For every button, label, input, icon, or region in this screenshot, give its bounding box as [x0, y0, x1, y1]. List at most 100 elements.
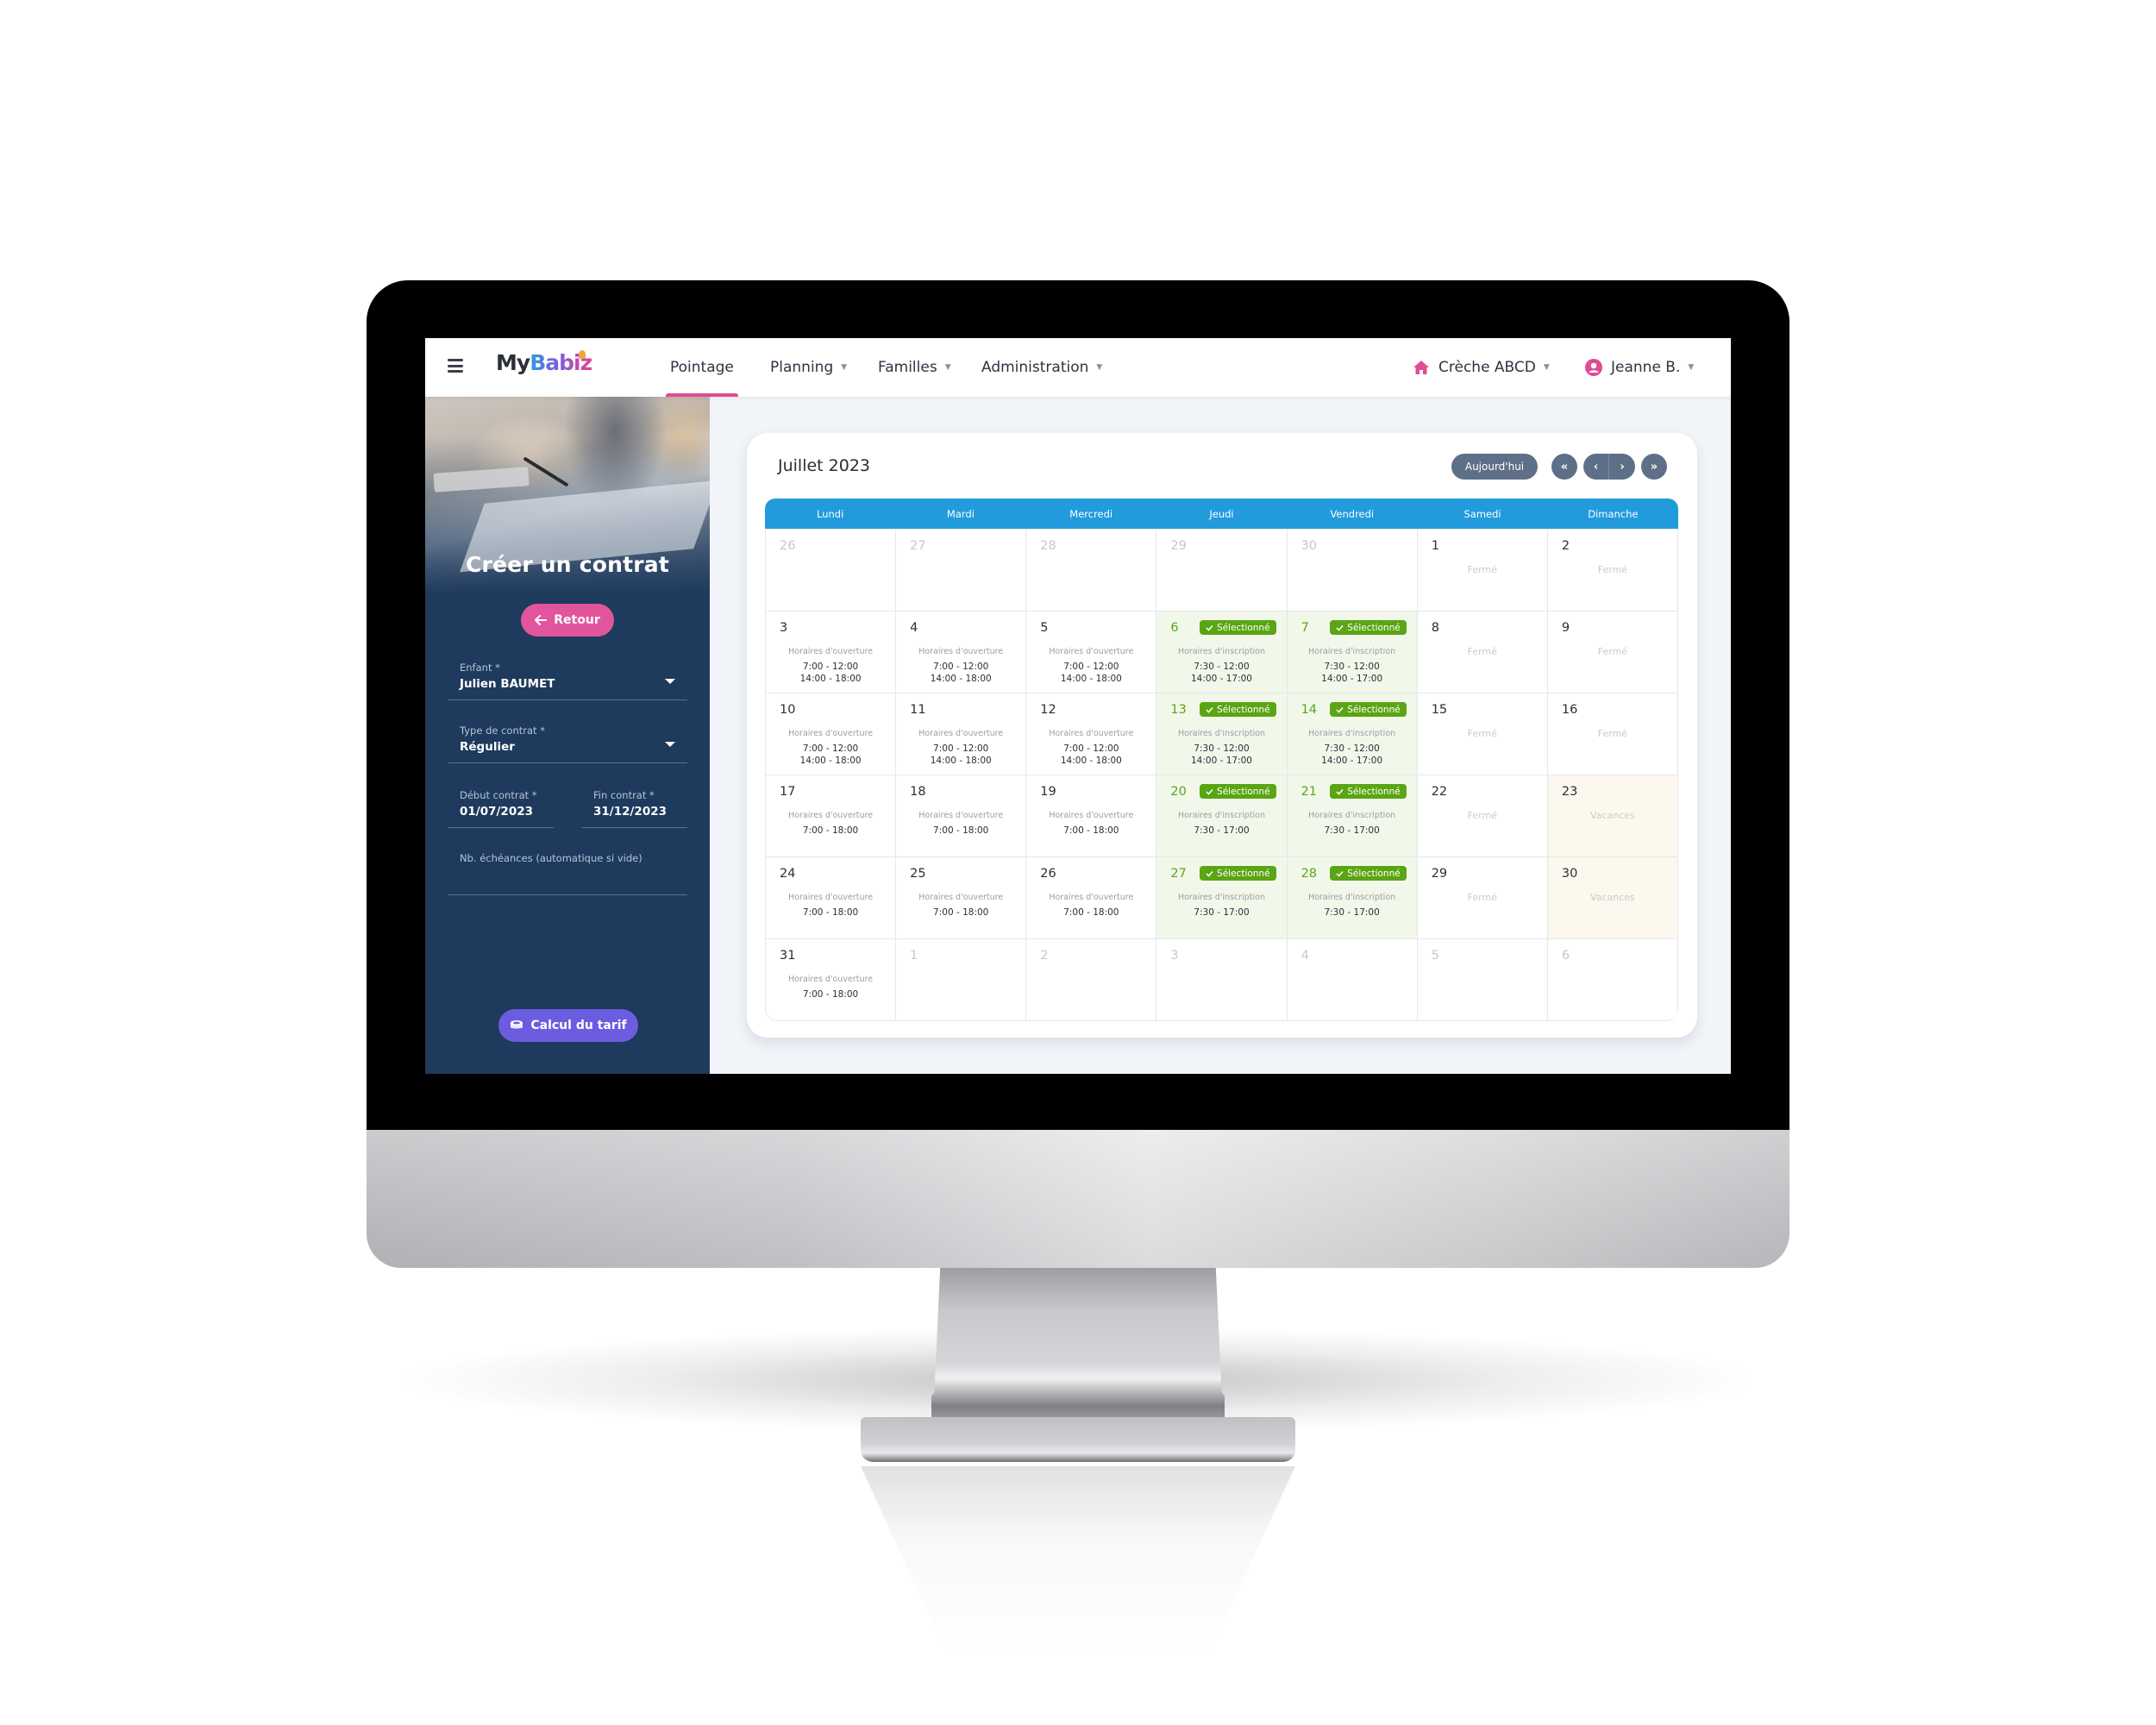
hours-caption: Horaires d'ouverture: [788, 811, 874, 820]
caret-down-icon: ▼: [1688, 363, 1695, 372]
day-number: 2: [1040, 949, 1049, 963]
hours-list: 7:00 - 18:00: [1026, 825, 1156, 837]
calendar-day-cell[interactable]: 4: [1287, 938, 1418, 1020]
hours-list: 7:00 - 12:00 14:00 - 18:00: [1026, 743, 1156, 767]
hamburger-menu-icon[interactable]: [448, 359, 463, 373]
selected-badge: Sélectionné: [1200, 866, 1276, 881]
nav-item-administration[interactable]: Administration ▼: [981, 338, 1102, 397]
calendar-day-cell[interactable]: 6 Sélectionné Horaires d'inscription 7:30 -…: [1156, 611, 1288, 693]
day-number: 27: [1170, 867, 1187, 881]
calendar-day-cell[interactable]: 22 Fermé: [1417, 775, 1548, 856]
contract-type-select[interactable]: Type de contrat * Régulier: [448, 724, 687, 763]
hours-caption: Horaires d'ouverture: [918, 729, 1004, 738]
calendar-day-cell[interactable]: 27 Sélectionné Horaires d'inscription 7:30 …: [1156, 856, 1288, 938]
selected-badge-label: Sélectionné: [1217, 786, 1270, 797]
installments-field[interactable]: Nb. échéances (automatique si vide): [448, 852, 687, 895]
day-number: 19: [1040, 785, 1056, 799]
calendar-day-cell[interactable]: 1 Fermé: [1417, 529, 1548, 611]
closed-label: Fermé: [1597, 564, 1628, 575]
calendar-day-cell[interactable]: 13 Sélectionné Horaires d'inscription 7:30 …: [1156, 693, 1288, 775]
hours-list: 7:00 - 18:00: [766, 988, 895, 1000]
calendar-day-cell[interactable]: 26: [766, 529, 897, 611]
today-button[interactable]: Aujourd'hui: [1451, 454, 1538, 480]
calendar-day-cell[interactable]: 25 Horaires d'ouverture 7:00 - 18:00: [896, 856, 1027, 938]
field-label: Fin contrat *: [593, 789, 655, 801]
back-button-label: Retour: [554, 613, 600, 627]
hours-range: 14:00 - 18:00: [1060, 674, 1122, 684]
check-icon: [1206, 624, 1213, 631]
calendar-day-cell[interactable]: 29 Fermé: [1417, 856, 1548, 938]
calendar-day-cell[interactable]: 27: [896, 529, 1027, 611]
calendar-day-cell[interactable]: 5 Horaires d'ouverture 7:00 - 12:00 14:00 -…: [1026, 611, 1157, 693]
calendar-day-cell[interactable]: 28: [1026, 529, 1157, 611]
user-menu[interactable]: Jeanne B. ▼: [1585, 338, 1694, 397]
calendar-day-cell[interactable]: 26 Horaires d'ouverture 7:00 - 18:00: [1026, 856, 1157, 938]
hours-list: 7:00 - 18:00: [896, 906, 1025, 919]
previous-month-button[interactable]: ‹: [1583, 454, 1609, 480]
calendar-day-cell[interactable]: 30 Vacances: [1547, 856, 1678, 938]
mybabiz-logo[interactable]: MyBabiz: [496, 350, 592, 375]
hours-range: 7:30 - 17:00: [1194, 907, 1250, 918]
calendar-grid: Lundi Mardi Mercredi Jeudi Vendredi Same…: [765, 499, 1678, 1021]
last-page-button[interactable]: »: [1641, 454, 1667, 480]
day-number: 2: [1561, 539, 1570, 553]
check-icon: [1206, 706, 1213, 713]
child-select[interactable]: Enfant * Julien BAUMET: [448, 662, 687, 700]
day-number: 16: [1561, 703, 1578, 717]
calendar-day-cell[interactable]: 28 Sélectionné Horaires d'inscription 7:30 …: [1287, 856, 1418, 938]
calendar-day-cell[interactable]: 24 Horaires d'ouverture 7:00 - 18:00: [766, 856, 897, 938]
nav-label: Pointage: [670, 359, 734, 376]
back-button[interactable]: Retour: [521, 604, 614, 637]
calendar-day-cell[interactable]: 8 Fermé: [1417, 611, 1548, 693]
home-icon: [1413, 361, 1429, 374]
calendar-day-cell[interactable]: 23 Vacances: [1547, 775, 1678, 856]
day-number: 21: [1300, 785, 1318, 799]
calendar-day-cell[interactable]: 5: [1417, 938, 1548, 1020]
vacation-label: Vacances: [1590, 892, 1635, 903]
calendar-day-cell[interactable]: 4 Horaires d'ouverture 7:00 - 12:00 14:00 -…: [896, 611, 1027, 693]
calendar-day-cell[interactable]: 18 Horaires d'ouverture 7:00 - 18:00: [896, 775, 1027, 856]
closed-label: Fermé: [1467, 892, 1497, 903]
weekday-label: Dimanche: [1588, 507, 1639, 520]
check-icon: [1206, 788, 1213, 795]
calendar-day-cell[interactable]: 11 Horaires d'ouverture 7:00 - 12:00 14:00 …: [896, 693, 1027, 775]
caret-down-icon: ▼: [1543, 363, 1550, 372]
calendar-day-cell[interactable]: 30: [1287, 529, 1418, 611]
day-number: 1: [910, 949, 918, 963]
calendar-day-cell[interactable]: 21 Sélectionné Horaires d'inscription 7:30 …: [1287, 775, 1418, 856]
calendar-day-cell[interactable]: 16 Fermé: [1547, 693, 1678, 775]
calendar-day-cell[interactable]: 3: [1156, 938, 1288, 1020]
calendar-day-cell[interactable]: 12 Horaires d'ouverture 7:00 - 12:00 14:00 …: [1026, 693, 1157, 775]
calendar-day-cell[interactable]: 29: [1156, 529, 1288, 611]
contract-start-field[interactable]: Début contrat * 01/07/2023: [448, 789, 554, 828]
hours-caption: Horaires d'inscription: [1308, 647, 1396, 656]
creche-selector[interactable]: Crèche ABCD ▼: [1413, 338, 1550, 397]
hours-list: 7:30 - 17:00: [1156, 825, 1286, 837]
nav-item-pointage[interactable]: Pointage: [666, 338, 738, 397]
selected-badge: Sélectionné: [1200, 784, 1276, 799]
calendar-day-cell[interactable]: 17 Horaires d'ouverture 7:00 - 18:00: [766, 775, 897, 856]
calendar-day-cell[interactable]: 7 Sélectionné Horaires d'inscription 7:30 -…: [1287, 611, 1418, 693]
hours-range: 14:00 - 18:00: [930, 756, 992, 766]
calendar-day-cell[interactable]: 19 Horaires d'ouverture 7:00 - 18:00: [1026, 775, 1157, 856]
nav-item-planning[interactable]: Planning ▼: [770, 338, 847, 397]
contract-end-field[interactable]: Fin contrat * 31/12/2023: [582, 789, 687, 828]
calendar-day-cell[interactable]: 20 Sélectionné Horaires d'inscription 7:30 …: [1156, 775, 1288, 856]
first-page-button[interactable]: «: [1551, 454, 1577, 480]
next-month-button[interactable]: ›: [1609, 454, 1635, 480]
calendar-day-cell[interactable]: 9 Fermé: [1547, 611, 1678, 693]
calendar-day-cell[interactable]: 2: [1026, 938, 1157, 1020]
calendar-day-cell[interactable]: 14 Sélectionné Horaires d'inscription 7:30 …: [1287, 693, 1418, 775]
hours-caption: Horaires d'ouverture: [1049, 811, 1134, 820]
field-value: 01/07/2023: [460, 805, 534, 819]
calendar-day-cell[interactable]: 1: [896, 938, 1027, 1020]
calendar-day-cell[interactable]: 10 Horaires d'ouverture 7:00 - 12:00 14:00 …: [766, 693, 897, 775]
hours-list: 7:30 - 12:00 14:00 - 17:00: [1156, 661, 1286, 685]
calculate-rate-button[interactable]: Calcul du tarif: [498, 1009, 638, 1042]
calendar-day-cell[interactable]: 15 Fermé: [1417, 693, 1548, 775]
calendar-day-cell[interactable]: 31 Horaires d'ouverture 7:00 - 18:00: [766, 938, 897, 1020]
calendar-day-cell[interactable]: 6: [1547, 938, 1678, 1020]
nav-item-familles[interactable]: Familles ▼: [878, 338, 951, 397]
calendar-day-cell[interactable]: 3 Horaires d'ouverture 7:00 - 12:00 14:00 -…: [766, 611, 897, 693]
calendar-day-cell[interactable]: 2 Fermé: [1547, 529, 1678, 611]
